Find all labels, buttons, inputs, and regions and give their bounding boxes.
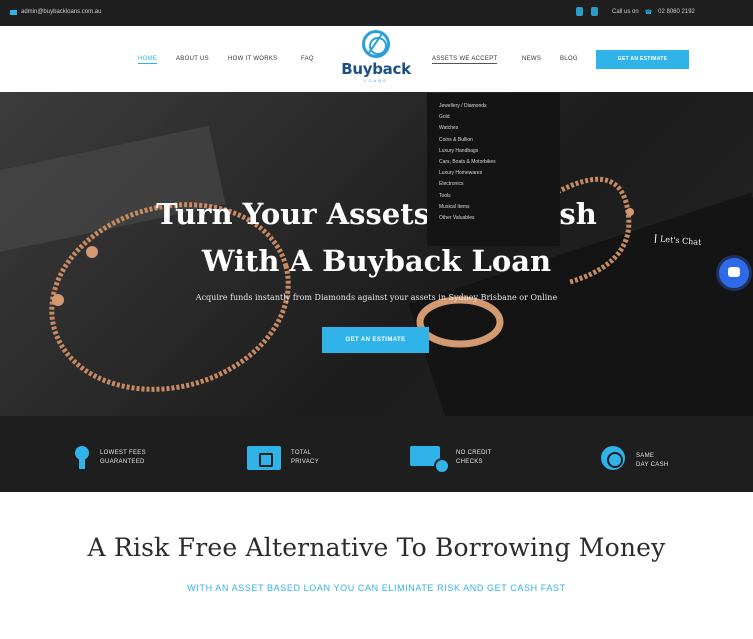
feature-no-credit: NO CREDIT CHECKS xyxy=(410,446,492,474)
nav-assets-we-accept[interactable]: ASSETS WE ACCEPT xyxy=(432,56,498,64)
feature-lowest-fees: LOWEST FEES GUARANTEED xyxy=(74,446,146,470)
lock-icon xyxy=(247,446,281,470)
get-estimate-hero-button[interactable]: GET AN ESTIMATE xyxy=(322,327,429,353)
dropdown-item[interactable]: Other Valuables xyxy=(439,213,560,224)
hero-banner: Turn Your Assets Into Cash With A Buybac… xyxy=(0,92,753,416)
dropdown-item[interactable]: Gold xyxy=(439,112,560,123)
top-bar: admin@buybackloans.com.au Call us on ☎ 0… xyxy=(0,0,753,26)
nav-blog[interactable]: BLOG xyxy=(560,56,578,62)
assets-dropdown-menu: Jewellery / Diamonds Gold Watches Coins … xyxy=(427,93,560,246)
nav-about[interactable]: ABOUT US xyxy=(176,56,209,62)
dropdown-item[interactable]: Cars, Boats & Motorbikes xyxy=(439,157,560,168)
dropdown-item[interactable]: Luxury Homewares xyxy=(439,168,560,179)
dropdown-item[interactable]: Watches xyxy=(439,123,560,134)
site-logo[interactable]: Buyback LOANS xyxy=(336,30,416,90)
feature-line1: LOWEST FEES xyxy=(100,450,146,456)
credit-card-icon xyxy=(410,446,450,474)
feature-line2: GUARANTEED xyxy=(100,459,145,465)
feature-same-day: SAME DAY CASH xyxy=(600,446,669,476)
phone-label: Call us on xyxy=(612,9,639,15)
nav-news[interactable]: NEWS xyxy=(522,56,541,62)
nav-how-it-works[interactable]: HOW IT WORKS xyxy=(228,56,278,62)
phone-icon: ☎ xyxy=(644,10,653,16)
email-text: admin@buybackloans.com.au xyxy=(21,9,102,15)
dropdown-item[interactable]: Luxury Handbags xyxy=(439,146,560,157)
hero-lead: Acquire funds instantly from Diamonds ag… xyxy=(195,293,558,302)
dropdown-item[interactable]: Jewellery / Diamonds xyxy=(439,101,560,112)
feature-line2: PRIVACY xyxy=(291,459,319,465)
facebook-icon[interactable] xyxy=(576,7,583,16)
feature-line2: CHECKS xyxy=(456,459,483,465)
email-link[interactable]: admin@buybackloans.com.au xyxy=(10,9,101,15)
hero-title-line1: Turn Your Assets Into Cash xyxy=(156,197,597,231)
feature-line1: NO CREDIT xyxy=(456,450,492,456)
social-links xyxy=(576,7,598,16)
main-nav: HOME ABOUT US HOW IT WORKS FAQ Buyback L… xyxy=(0,26,753,92)
section-title: A Risk Free Alternative To Borrowing Mon… xyxy=(87,533,666,562)
location-pin-icon xyxy=(74,446,90,470)
phone-number: 02 8060 2192 xyxy=(658,9,695,15)
feature-line1: TOTAL xyxy=(291,450,312,456)
nav-home[interactable]: HOME xyxy=(138,56,158,64)
envelope-icon xyxy=(10,9,17,15)
nav-faq[interactable]: FAQ xyxy=(301,56,314,62)
feature-band: LOWEST FEES GUARANTEED TOTAL PRIVACY NO … xyxy=(0,416,753,492)
dropdown-item[interactable]: Electronics xyxy=(439,179,560,190)
badge-icon xyxy=(600,446,626,476)
logo-name: Buyback xyxy=(341,60,411,78)
globe-icon xyxy=(362,30,390,58)
feature-line1: SAME xyxy=(636,453,655,459)
feature-line2: DAY CASH xyxy=(636,462,669,468)
feature-privacy: TOTAL PRIVACY xyxy=(247,446,319,470)
hero-title-line2: With A Buyback Loan xyxy=(201,244,552,278)
dropdown-item[interactable]: Coins & Bullion xyxy=(439,135,560,146)
instagram-icon[interactable] xyxy=(591,7,598,16)
chat-widget[interactable]: Let's Chat xyxy=(654,233,749,288)
chat-bubble-icon[interactable] xyxy=(719,258,749,288)
logo-sub: LOANS xyxy=(364,78,388,83)
dropdown-item[interactable]: Tools xyxy=(439,191,560,202)
phone-link[interactable]: Call us on ☎ 02 8060 2192 xyxy=(612,9,695,16)
get-estimate-nav-button[interactable]: GET AN ESTIMATE xyxy=(596,50,689,69)
dropdown-item[interactable]: Musical Items xyxy=(439,202,560,213)
section-subtitle: WITH AN ASSET BASED LOAN YOU CAN ELIMINA… xyxy=(187,583,566,593)
